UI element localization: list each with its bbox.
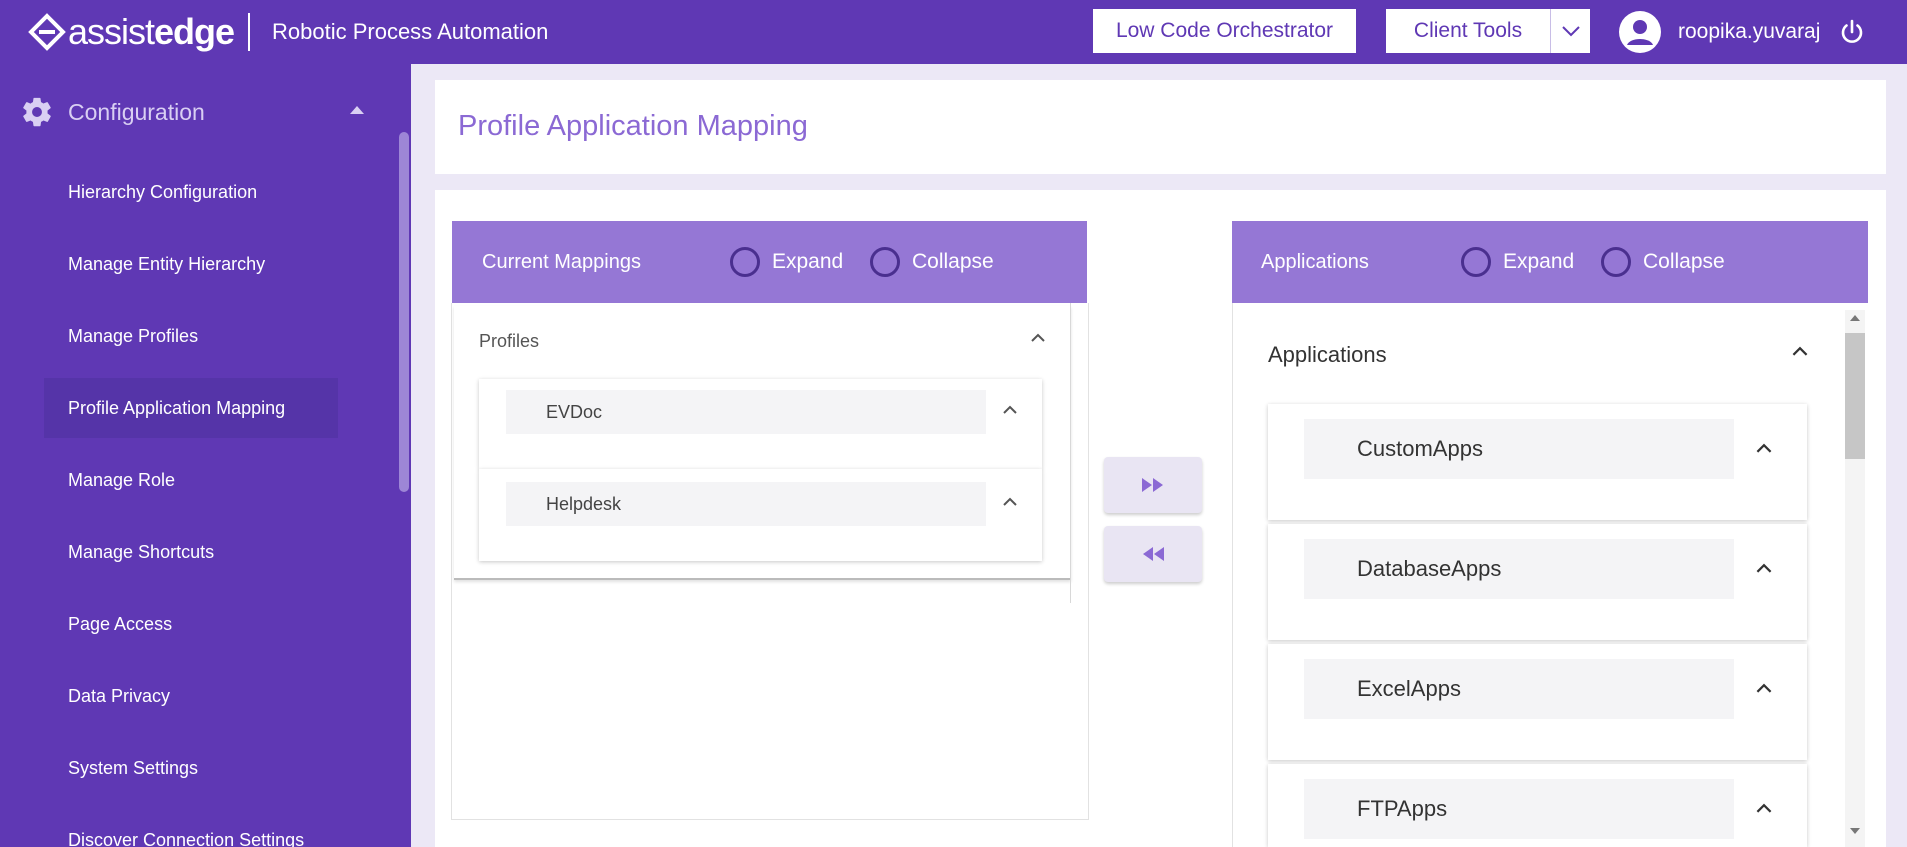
fast-forward-icon [1142,478,1163,492]
sidebar-section-configuration[interactable]: Configuration [20,92,370,132]
expand-label: Expand [772,250,844,273]
power-icon[interactable] [1838,18,1866,46]
sidebar-item-label: Manage Shortcuts [68,541,215,562]
profile-label[interactable]: Helpdesk [506,482,986,526]
radio-button[interactable] [730,247,760,277]
collapse-radio-right[interactable]: Collapse [1601,247,1725,277]
current-mappings-header: Current Mappings Expand Collapse [452,221,1087,303]
app-item-ftpapps[interactable]: FTPApps [1268,764,1807,847]
app-item-databaseapps[interactable]: DatabaseApps [1268,524,1807,640]
sidebar-item-label: Manage Role [68,469,176,490]
profile-item-evdoc[interactable]: EVDoc [479,379,1042,469]
move-left-button[interactable] [1104,526,1202,582]
sidebar-item-manage-shortcuts[interactable]: Manage Shortcuts [44,522,338,582]
header-divider [248,13,250,51]
sidebar-section-label: Configuration [68,98,205,125]
chevron-up-icon[interactable] [1002,405,1018,415]
collapse-radio-left[interactable]: Collapse [870,247,994,277]
caret-up-icon [350,106,364,114]
logo-text: assistedge [68,11,235,52]
collapse-label: Collapse [912,250,994,273]
radio-button[interactable] [1601,247,1631,277]
scroll-down-arrow-icon[interactable] [1849,827,1861,835]
gear-icon [23,97,51,127]
sidebar: Configuration Hierarchy Configuration Ma… [0,64,411,847]
applications-group-label[interactable]: Applications [1268,342,1387,368]
sidebar-item-manage-role[interactable]: Manage Role [44,450,338,510]
chevron-up-icon[interactable] [1002,497,1018,507]
logo-mark-icon [28,13,66,51]
sidebar-item-manage-profiles[interactable]: Manage Profiles [44,306,338,366]
client-tools-button[interactable]: Client Tools [1386,9,1550,53]
chevron-up-icon[interactable] [1755,803,1773,814]
page-title-card: Profile Application Mapping [435,80,1886,174]
client-tools-dropdown-button[interactable] [1550,9,1590,53]
sidebar-item-label: Hierarchy Configuration [68,181,258,202]
username-label[interactable]: roopika.yuvaraj [1678,20,1820,44]
sidebar-item-label: Data Privacy [68,685,171,706]
chevron-up-icon[interactable] [1030,333,1046,343]
app-label[interactable]: CustomApps [1304,419,1734,479]
sidebar-item-label: Discover Connection Settings [68,829,305,847]
expand-label: Expand [1503,250,1575,273]
applications-header: Applications Expand Collapse [1232,221,1868,303]
app-label[interactable]: ExcelApps [1304,659,1734,719]
app-item-customapps[interactable]: CustomApps [1268,404,1807,520]
sidebar-item-discover-connection-settings[interactable]: Discover Connection Settings [44,810,338,847]
move-right-button[interactable] [1104,457,1202,513]
sidebar-scrollbar[interactable] [399,132,409,492]
radio-button[interactable] [870,247,900,277]
applications-title: Applications [1261,250,1369,273]
scroll-up-arrow-icon[interactable] [1849,314,1861,322]
app-item-excelapps[interactable]: ExcelApps [1268,644,1807,760]
app-label[interactable]: FTPApps [1304,779,1734,839]
chevron-up-icon[interactable] [1755,563,1773,574]
low-code-orchestrator-button[interactable]: Low Code Orchestrator [1093,9,1356,53]
sidebar-item-label: Manage Entity Hierarchy [68,253,266,274]
sidebar-item-manage-entity-hierarchy[interactable]: Manage Entity Hierarchy [44,234,338,294]
sidebar-item-label: Page Access [68,613,173,634]
sidebar-item-label: Profile Application Mapping [68,397,286,418]
expand-radio-left[interactable]: Expand [730,247,843,277]
rewind-icon [1143,547,1164,561]
expand-radio-right[interactable]: Expand [1461,247,1574,277]
chevron-up-icon[interactable] [1791,346,1809,357]
sidebar-item-label: Manage Profiles [68,325,199,346]
applications-scrollbar-thumb[interactable] [1845,333,1865,459]
radio-button[interactable] [1461,247,1491,277]
app-label[interactable]: DatabaseApps [1304,539,1734,599]
chevron-up-icon[interactable] [1755,683,1773,694]
current-mappings-title: Current Mappings [482,250,641,273]
divider-line [1070,303,1071,603]
assistedge-logo[interactable]: assistedge [28,10,235,54]
sidebar-item-data-privacy[interactable]: Data Privacy [44,666,338,726]
user-avatar-icon[interactable] [1619,11,1661,53]
top-bar: assistedge Robotic Process Automation Lo… [0,0,1907,64]
sidebar-item-system-settings[interactable]: System Settings [44,738,338,798]
collapse-label: Collapse [1643,250,1725,273]
profile-item-helpdesk[interactable]: Helpdesk [479,469,1042,561]
profiles-group-label[interactable]: Profiles [479,331,539,352]
chevron-up-icon[interactable] [1755,443,1773,454]
chevron-down-icon [1561,26,1580,37]
page-title: Profile Application Mapping [458,110,808,142]
profile-label[interactable]: EVDoc [506,390,986,434]
sidebar-item-label: System Settings [68,757,199,778]
sidebar-item-hierarchy-configuration[interactable]: Hierarchy Configuration [44,162,338,222]
sidebar-item-profile-application-mapping[interactable]: Profile Application Mapping [44,378,338,438]
sidebar-item-page-access[interactable]: Page Access [44,594,338,654]
app-title: Robotic Process Automation [272,19,549,44]
